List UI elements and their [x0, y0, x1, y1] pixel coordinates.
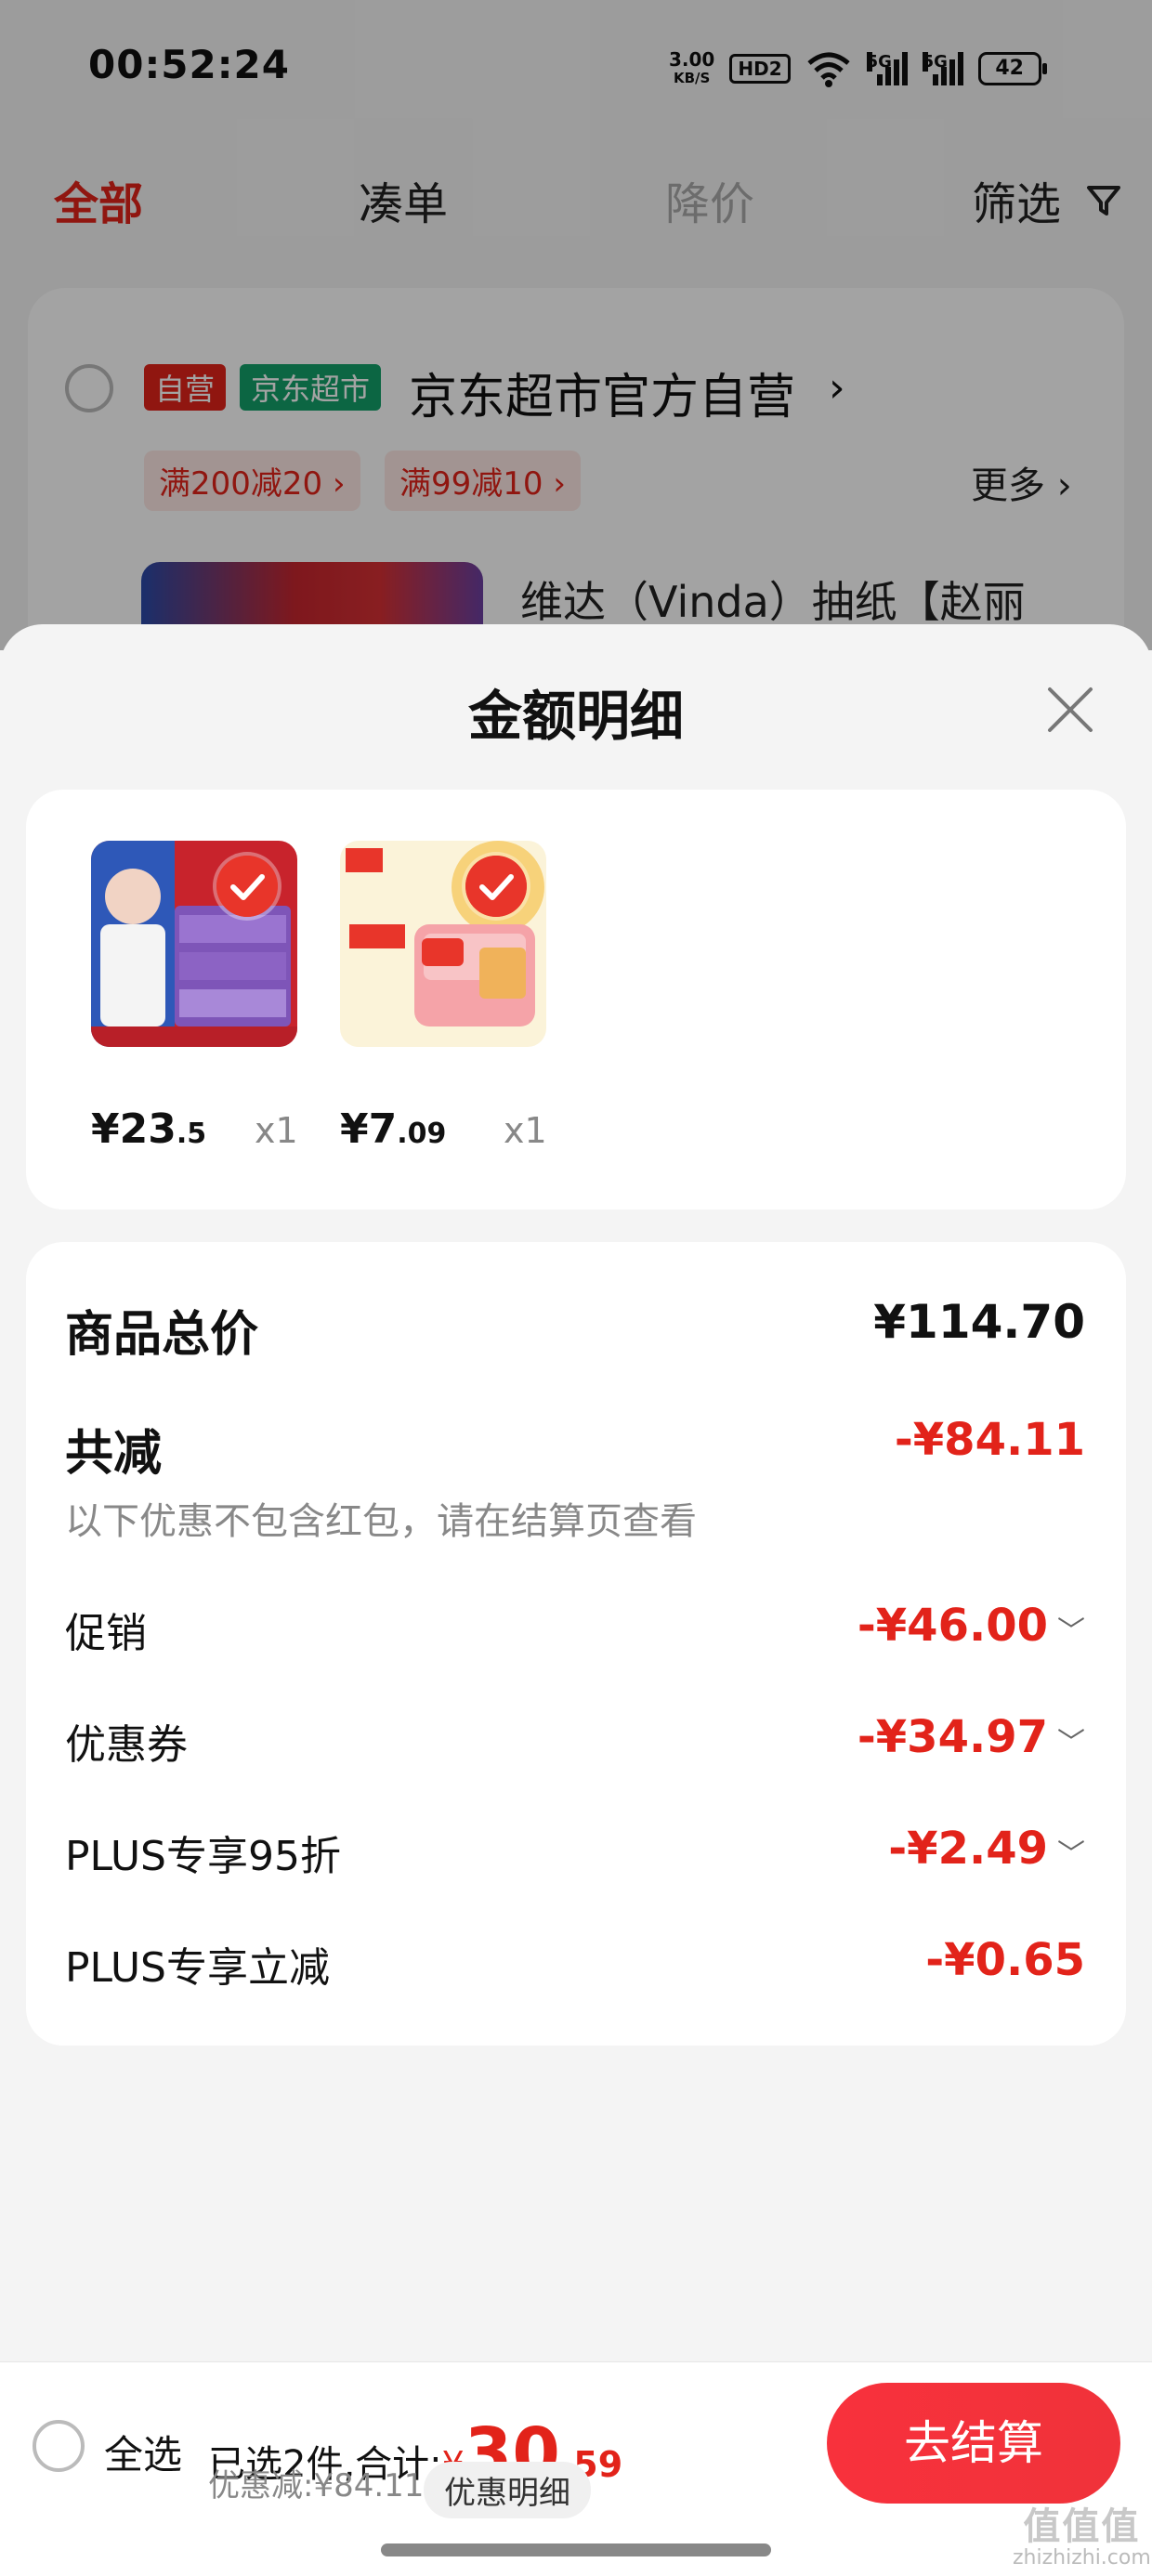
plus-reduction-label: PLUS专享立减	[65, 1944, 330, 1992]
checkout-button[interactable]: 去结算	[827, 2383, 1120, 2504]
watermark: 值值值 zhizhizhi.com	[1013, 2505, 1151, 2569]
reduction-note: 以下优惠不包含红包，请在结算页查看	[65, 1500, 697, 1543]
selected-items-card: ¥23.5 x1 ¥7.09 x1	[26, 790, 1126, 1210]
select-all-radio[interactable]	[33, 2420, 85, 2472]
item-quantity: x1	[504, 1110, 547, 1151]
chevron-down-icon: ﹀	[1057, 1615, 1085, 1648]
plus-discount-label: PLUS专享95折	[65, 1833, 341, 1880]
promotion-value[interactable]: -¥46.00 ﹀	[857, 1600, 1085, 1652]
total-price-label: 商品总价	[65, 1307, 259, 1363]
coupon-value[interactable]: -¥34.97 ﹀	[857, 1711, 1085, 1763]
checkout-bar: 全选 已选2件,合计:¥30.59 优惠减:¥84.11 优惠明细 去结算 值值…	[0, 2361, 1152, 2576]
amount-detail-sheet: 金额明细 ¥23.5 x1 ¥7.09 x1 商品总价 ¥114.70 共减 -…	[0, 624, 1152, 2361]
total-reduction-value: -¥84.11	[894, 1414, 1085, 1466]
close-icon[interactable]	[1041, 680, 1100, 739]
item-price: ¥7.09	[340, 1105, 447, 1153]
item-quantity: x1	[255, 1110, 298, 1151]
select-all-label[interactable]: 全选	[104, 2424, 182, 2480]
coupon-label: 优惠券	[65, 1721, 188, 1769]
chevron-down-icon: ﹀	[1057, 1727, 1085, 1759]
item-price: ¥23.5	[91, 1105, 207, 1153]
chevron-down-icon: ﹀	[1057, 1838, 1085, 1871]
total-reduction-label: 共减	[65, 1426, 163, 1482]
discount-summary: 优惠减:¥84.11	[208, 2467, 425, 2504]
total-price-value: ¥114.70	[873, 1295, 1085, 1349]
discount-detail-button[interactable]: 优惠明细	[424, 2462, 591, 2518]
plus-discount-value[interactable]: -¥2.49 ﹀	[888, 1823, 1085, 1875]
promotion-label: 促销	[65, 1610, 147, 1657]
price-breakdown-card: 商品总价 ¥114.70 共减 -¥84.11 以下优惠不包含红包，请在结算页查…	[26, 1242, 1126, 2046]
modal-overlay[interactable]	[0, 0, 1152, 650]
home-indicator[interactable]	[381, 2543, 771, 2556]
plus-reduction-value: -¥0.65	[925, 1934, 1085, 1986]
checked-icon	[465, 856, 527, 917]
sheet-title: 金额明细	[467, 685, 684, 748]
cart-page-background: 00:52:24 3.00 KB/S HD2 5G 5G 42 全部 凑单 降价…	[0, 0, 1152, 715]
checked-icon	[216, 856, 278, 917]
